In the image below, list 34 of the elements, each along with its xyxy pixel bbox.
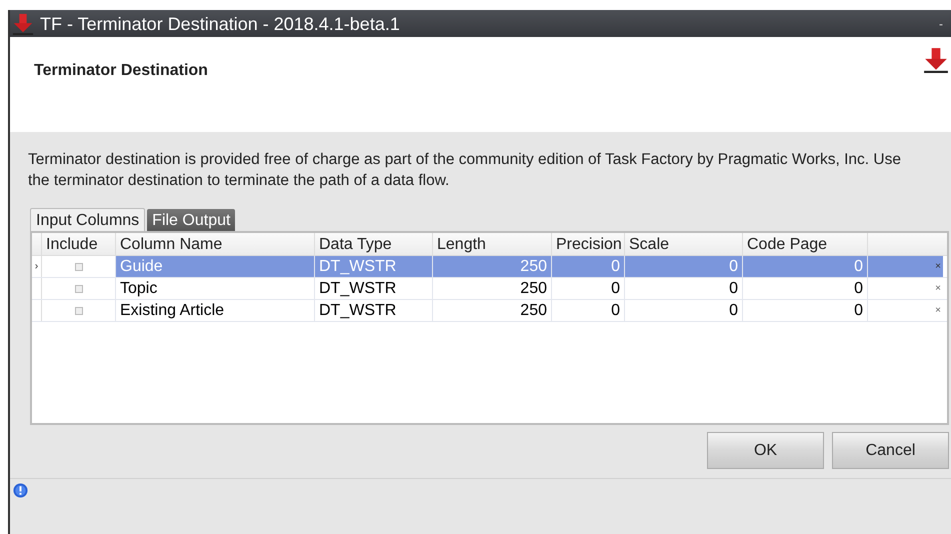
dialog-button[interactable]: Cancel	[832, 432, 949, 469]
remove-icon[interactable]: ×	[935, 306, 941, 316]
remove-icon[interactable]: ×	[935, 262, 941, 272]
table-row[interactable]: Topic DT_WSTR 250 0 0 0 ×	[32, 278, 947, 300]
dialog-button[interactable]: OK	[707, 432, 824, 469]
download-arrow-icon	[923, 45, 949, 75]
include-checkbox[interactable]	[74, 284, 82, 292]
column-header[interactable]: Scale	[625, 233, 743, 255]
row-indicator: ›	[34, 262, 38, 272]
column-header[interactable]: Include	[42, 233, 116, 255]
table-row[interactable]: Existing Article DT_WSTR 250 0 0 0 ×	[32, 300, 947, 322]
tab[interactable]: Input Columns	[30, 208, 146, 231]
minimize-button[interactable]: -	[939, 18, 943, 30]
table-cell: 0	[552, 256, 625, 277]
table-cell: DT_WSTR	[315, 256, 433, 277]
column-header[interactable]: Column Name	[116, 233, 315, 255]
column-header[interactable]: Code Page	[743, 233, 868, 255]
info-icon	[13, 483, 28, 498]
remove-icon[interactable]: ×	[935, 284, 941, 294]
header-title: Terminator Destination	[34, 61, 208, 81]
column-header[interactable]: Length	[433, 233, 552, 255]
download-arrow-icon	[12, 12, 34, 34]
table-cell: 0	[743, 256, 868, 277]
include-checkbox[interactable]	[74, 262, 82, 270]
description-text: Terminator destination is provided free of charge as part of the community edition of Task Factory by Pragmatic Works, Inc. Use the terminator destination to terminate the path of a data flow.	[28, 150, 902, 191]
column-header[interactable]: Precision	[552, 233, 625, 255]
table-cell: Guide	[116, 256, 315, 277]
table-cell: 0	[625, 256, 743, 277]
include-checkbox[interactable]	[74, 306, 82, 314]
tab[interactable]: File Output	[147, 209, 236, 231]
window-title: TF - Terminator Destination - 2018.4.1-beta.1	[40, 14, 400, 32]
table-cell: 250	[433, 256, 552, 277]
column-header[interactable]: Data Type	[315, 233, 433, 255]
table-row[interactable]: › Guide DT_WSTR 250 0 0 0 ×	[32, 256, 947, 278]
